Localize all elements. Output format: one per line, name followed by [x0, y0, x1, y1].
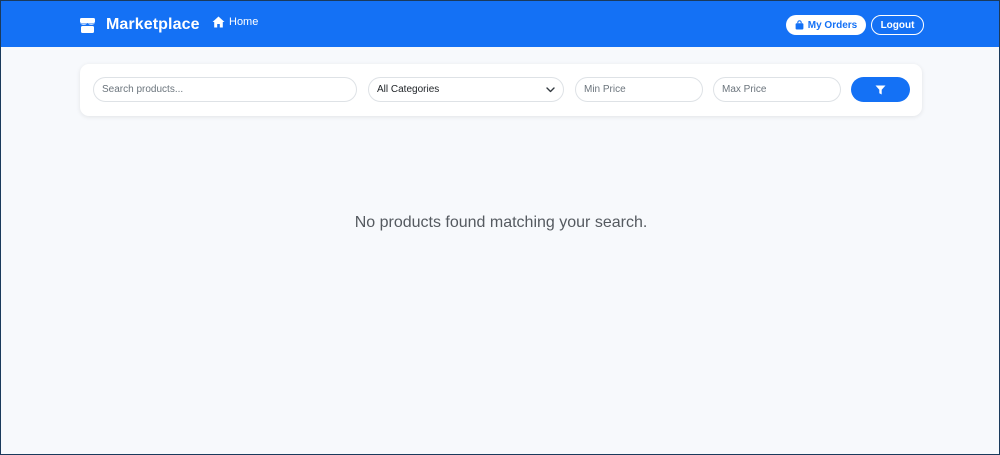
brand-name: Marketplace [106, 16, 200, 33]
my-orders-button[interactable]: My Orders [786, 15, 866, 35]
home-label: Home [229, 16, 259, 28]
shopping-bag-icon [795, 20, 804, 30]
logout-label: Logout [880, 19, 915, 31]
category-select-value: All Categories [377, 84, 440, 95]
filter-button[interactable] [851, 77, 910, 102]
category-select[interactable]: All Categories [368, 77, 564, 102]
page: Marketplace Home My Orders Logout All Ca… [0, 0, 1000, 455]
store-icon [80, 17, 95, 33]
home-link[interactable]: Home [212, 16, 258, 28]
search-input[interactable] [93, 77, 357, 102]
home-icon [212, 16, 225, 28]
navbar: Marketplace Home My Orders Logout [1, 1, 999, 47]
empty-results-message: No products found matching your search. [354, 214, 648, 231]
max-price-input[interactable] [713, 77, 841, 102]
chevron-down-icon [546, 86, 555, 92]
min-price-input[interactable] [575, 77, 703, 102]
funnel-icon [875, 85, 886, 94]
my-orders-label: My Orders [807, 19, 858, 31]
filter-bar: All Categories [80, 64, 922, 116]
logout-button[interactable]: Logout [871, 15, 924, 35]
brand[interactable]: Marketplace [79, 13, 200, 37]
